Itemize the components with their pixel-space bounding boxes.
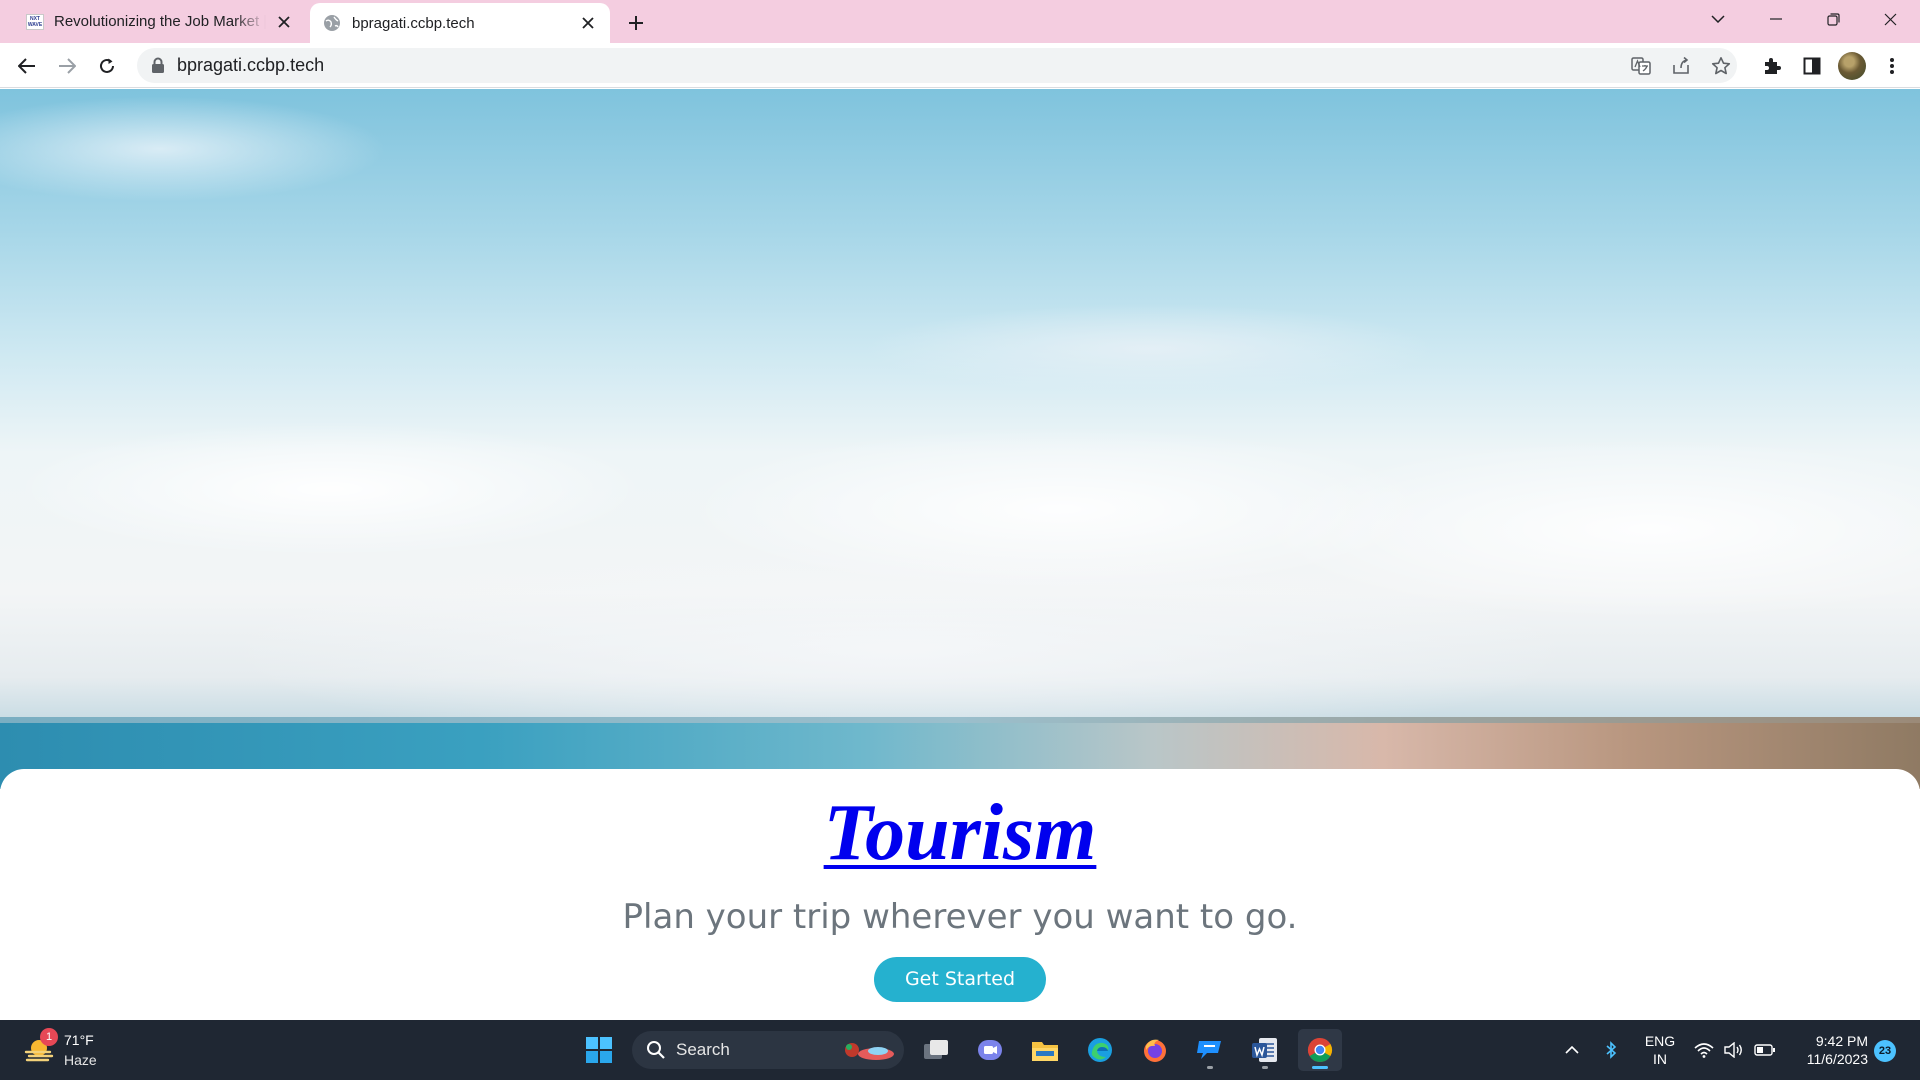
- extensions-puzzle-icon[interactable]: [1758, 52, 1786, 80]
- side-panel-icon[interactable]: [1798, 52, 1826, 80]
- windows-taskbar: 1 71°F Haze Search ENG IN 9:42 PM 11/6/2…: [0, 1020, 1920, 1080]
- system-clock[interactable]: 9:42 PM 11/6/2023: [1790, 1032, 1868, 1068]
- close-window-button[interactable]: [1862, 0, 1918, 38]
- bookmark-star-icon[interactable]: [1709, 54, 1733, 78]
- taskbar-search-box[interactable]: Search: [632, 1031, 904, 1069]
- running-indicator: [1207, 1066, 1213, 1069]
- hero-card: Tourism Plan your trip wherever you want…: [0, 769, 1920, 1020]
- page-title-link[interactable]: Tourism: [824, 791, 1097, 875]
- tab-job-market[interactable]: NXT WAVE Revolutionizing the Job Market |: [14, 0, 306, 43]
- teams-chat-icon[interactable]: [968, 1029, 1012, 1071]
- weather-alert-badge: 1: [40, 1028, 58, 1046]
- volume-icon[interactable]: [1722, 1020, 1746, 1080]
- share-icon[interactable]: [1669, 54, 1693, 78]
- clock-date: 11/6/2023: [1806, 1051, 1868, 1067]
- bluetooth-icon[interactable]: [1600, 1020, 1622, 1080]
- tab-strip: NXT WAVE Revolutionizing the Job Market |…: [0, 0, 1920, 43]
- tab-title: Revolutionizing the Job Market |: [54, 13, 266, 30]
- battery-icon[interactable]: [1752, 1020, 1778, 1080]
- language-region: IN: [1653, 1051, 1667, 1067]
- search-highlight-icon: [840, 1037, 898, 1063]
- lock-icon[interactable]: [151, 57, 167, 75]
- chrome-menu-icon[interactable]: [1878, 52, 1906, 80]
- firefox-icon[interactable]: [1133, 1029, 1177, 1071]
- back-button[interactable]: [11, 50, 43, 82]
- nxtwave-favicon-icon: NXT WAVE: [26, 13, 44, 30]
- weather-temperature: 71°F: [64, 1032, 94, 1048]
- language-code: ENG: [1644, 1033, 1676, 1049]
- search-icon: [646, 1040, 666, 1060]
- close-icon[interactable]: [578, 13, 598, 33]
- start-button[interactable]: [577, 1029, 621, 1071]
- get-started-button[interactable]: Get Started: [874, 957, 1046, 1002]
- tab-bpragati[interactable]: bpragati.ccbp.tech: [310, 3, 610, 43]
- task-view-icon[interactable]: [914, 1029, 958, 1071]
- address-bar[interactable]: bpragati.ccbp.tech: [137, 48, 1737, 83]
- edge-icon[interactable]: [1078, 1029, 1122, 1071]
- word-icon[interactable]: [1243, 1029, 1287, 1071]
- reload-button[interactable]: [91, 50, 123, 82]
- weather-widget[interactable]: 1 71°F Haze: [20, 1028, 110, 1072]
- notification-count-badge[interactable]: 23: [1874, 1040, 1896, 1062]
- page-subtitle: Plan your trip wherever you want to go.: [622, 897, 1298, 937]
- translate-icon[interactable]: [1629, 54, 1653, 78]
- tab-title: bpragati.ccbp.tech: [352, 14, 475, 32]
- tab-search-button[interactable]: [1690, 0, 1746, 38]
- new-tab-button[interactable]: [622, 9, 650, 37]
- taskbar-search-placeholder: Search: [676, 1040, 730, 1059]
- running-indicator: [1262, 1066, 1268, 1069]
- profile-avatar[interactable]: [1838, 52, 1866, 80]
- browser-toolbar: bpragati.ccbp.tech: [0, 43, 1920, 88]
- minimize-button[interactable]: [1748, 0, 1804, 38]
- hero-sky-image: [0, 89, 1920, 789]
- close-icon[interactable]: [274, 12, 294, 32]
- wifi-icon[interactable]: [1692, 1020, 1716, 1080]
- restore-button[interactable]: [1805, 0, 1861, 38]
- chrome-icon[interactable]: [1298, 1029, 1342, 1071]
- clock-time: 9:42 PM: [1815, 1033, 1868, 1049]
- address-bar-url[interactable]: bpragati.ccbp.tech: [177, 48, 324, 83]
- input-language-indicator[interactable]: ENG IN: [1640, 1032, 1680, 1068]
- running-indicator: [1312, 1066, 1328, 1069]
- web-page: Tourism Plan your trip wherever you want…: [0, 89, 1920, 1020]
- app-chat-icon[interactable]: [1188, 1029, 1232, 1071]
- forward-button[interactable]: [51, 50, 83, 82]
- show-hidden-icons-chevron-icon[interactable]: [1560, 1020, 1584, 1080]
- file-explorer-icon[interactable]: [1023, 1029, 1067, 1071]
- globe-icon: [322, 13, 342, 33]
- weather-condition: Haze: [64, 1052, 97, 1068]
